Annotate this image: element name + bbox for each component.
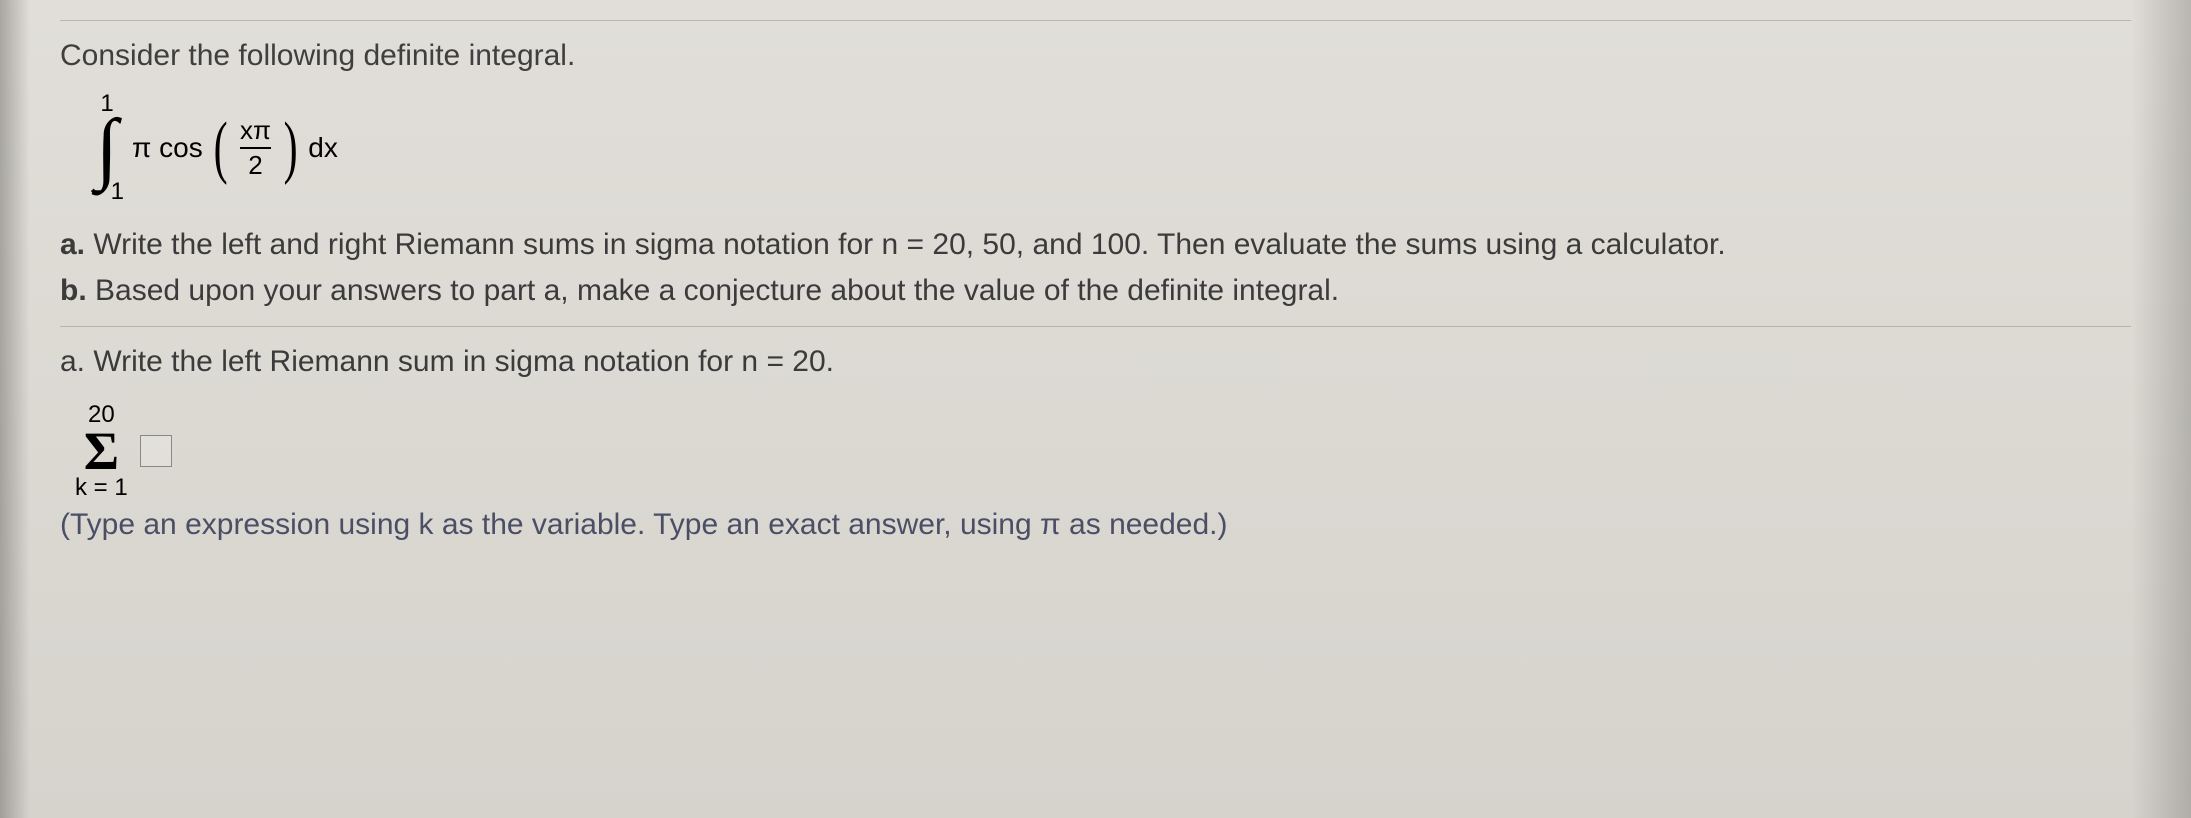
section-divider	[60, 326, 2131, 327]
sigma-sign-icon: Σ	[84, 427, 119, 476]
sub-part-a: a. Write the left Riemann sum in sigma n…	[60, 345, 2131, 379]
part-b: b. Based upon your answers to part a, ma…	[60, 274, 2131, 308]
integral-symbol: 1 ∫ − 1	[90, 92, 124, 204]
part-b-label: b.	[60, 274, 87, 307]
integral-lower-limit: − 1	[90, 180, 124, 204]
sigma-symbol: 20 Σ k = 1	[75, 403, 128, 500]
part-a: a. Write the left and right Riemann sums…	[60, 228, 2131, 262]
problem-prompt: Consider the following definite integral…	[60, 39, 2131, 73]
part-b-text: Based upon your answers to part a, make …	[87, 274, 1339, 307]
top-divider	[60, 20, 2131, 21]
pi-cos: π cos	[132, 132, 203, 164]
sigma-expression: 20 Σ k = 1	[75, 403, 2131, 500]
sub-a-label: a.	[60, 345, 85, 378]
sigma-lower-limit: k = 1	[75, 476, 128, 500]
left-paren-icon: (	[213, 120, 227, 176]
dx: dx	[308, 132, 338, 164]
part-a-label: a.	[60, 228, 85, 261]
answer-input-box[interactable]	[140, 435, 172, 467]
integral-sign-icon: ∫	[96, 116, 118, 180]
right-paren-icon: )	[284, 120, 298, 176]
problem-page: Consider the following definite integral…	[0, 0, 2191, 818]
answer-hint: (Type an expression using k as the varia…	[60, 508, 2131, 542]
fraction-denominator: 2	[248, 151, 262, 180]
fraction-bar	[240, 147, 271, 149]
fraction: xπ 2	[240, 116, 271, 179]
fraction-numerator: xπ	[240, 116, 271, 145]
integral-expression: 1 ∫ − 1 π cos ( xπ 2 ) dx	[90, 93, 2131, 203]
integrand: π cos ( xπ 2 ) dx	[132, 116, 338, 179]
sub-a-text: Write the left Riemann sum in sigma nota…	[85, 345, 834, 378]
part-a-text: Write the left and right Riemann sums in…	[85, 228, 1726, 261]
